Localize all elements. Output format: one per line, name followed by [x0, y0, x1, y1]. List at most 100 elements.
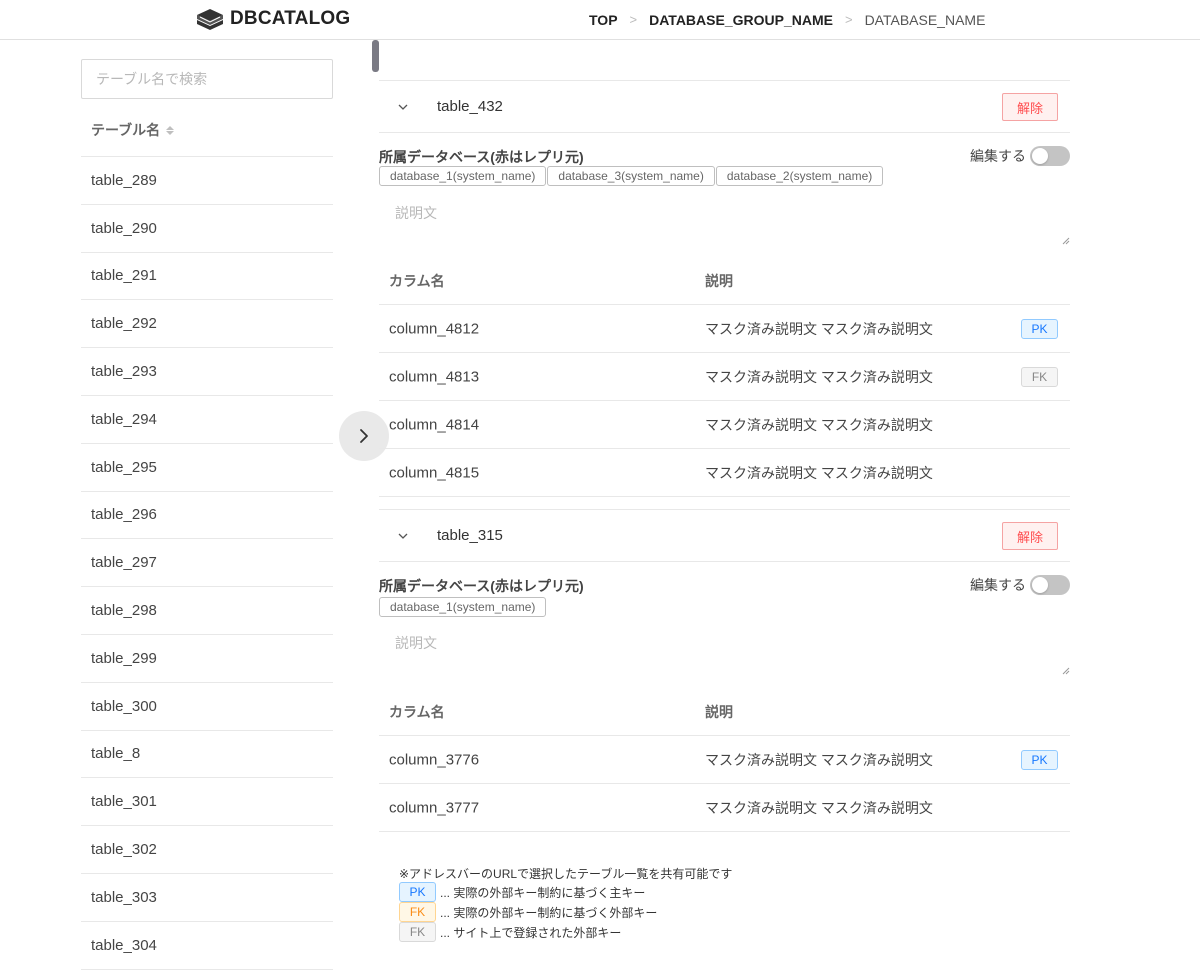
- legend-fk: FK ... 実際の外部キー制約に基づく外部キー: [399, 902, 732, 922]
- table-card-header[interactable]: table_315 解除: [379, 509, 1070, 562]
- description-placeholder: 説明文: [395, 205, 437, 221]
- table-card-header[interactable]: table_432 解除: [379, 80, 1070, 133]
- column-description-header: 説明: [705, 703, 733, 720]
- edit-toggle[interactable]: 編集する: [970, 575, 1070, 595]
- logo[interactable]: DBCATALOG: [194, 5, 350, 33]
- sidebar-item-table[interactable]: table_295: [81, 444, 333, 492]
- sidebar-item-table[interactable]: table_296: [81, 492, 333, 540]
- column-name-header: カラム名: [389, 703, 445, 720]
- legend-pk-text: ... 実際の外部キー制約に基づく主キー: [440, 885, 646, 900]
- pk-badge: PK: [1021, 749, 1058, 770]
- books-icon: [197, 9, 223, 30]
- database-label: 所属データベース(赤はレプリ元): [379, 578, 584, 594]
- table-search-input[interactable]: [81, 59, 333, 99]
- column-row: column_4813 マスク済み説明文 マスク済み説明文 FK: [379, 353, 1070, 401]
- table-card-title: table_432: [437, 98, 503, 115]
- fk-registered-badge: FK: [399, 922, 436, 942]
- legend-pk: PK ... 実際の外部キー制約に基づく主キー: [399, 882, 732, 902]
- chevron-down-icon[interactable]: [397, 530, 409, 542]
- sidebar-item-table[interactable]: table_291: [81, 253, 333, 301]
- chevron-right-icon: [360, 429, 368, 443]
- column-name: column_4814: [389, 416, 480, 433]
- database-tag[interactable]: database_1(system_name): [379, 597, 547, 617]
- resize-handle-icon[interactable]: [1062, 667, 1070, 675]
- table-card: table_432 解除 所属データベース(赤はレプリ元) 編集する datab…: [379, 80, 1070, 500]
- breadcrumb-database: DATABASE_NAME: [864, 11, 986, 28]
- table-list: table_289 table_290 table_291 table_292 tabl…: [81, 157, 333, 970]
- edit-label: 編集する: [970, 148, 1026, 164]
- column-row: column_4814 マスク済み説明文 マスク済み説明文: [379, 401, 1070, 449]
- column-description: マスク済み説明文 マスク済み説明文: [705, 799, 933, 816]
- database-tag[interactable]: database_2(system_name): [715, 166, 884, 186]
- edit-switch[interactable]: [1030, 575, 1070, 595]
- column-row: column_3776 マスク済み説明文 マスク済み説明文 PK: [379, 736, 1070, 784]
- table-name-column-header[interactable]: テーブル名: [81, 104, 333, 157]
- pk-badge: PK: [1021, 318, 1058, 339]
- description-textarea[interactable]: 説明文: [379, 197, 1070, 247]
- column-row: column_4812 マスク済み説明文 マスク済み説明文 PK: [379, 305, 1070, 353]
- sidebar-item-table[interactable]: table_300: [81, 683, 333, 731]
- column-name: column_3776: [389, 751, 480, 768]
- database-tags: database_1(system_name): [379, 597, 547, 617]
- sidebar-item-table[interactable]: table_290: [81, 205, 333, 253]
- column-row: column_4815 マスク済み説明文 マスク済み説明文: [379, 449, 1070, 497]
- column-name: column_4813: [389, 368, 480, 385]
- column-description: マスク済み説明文 マスク済み説明文: [705, 320, 933, 337]
- sidebar-item-table[interactable]: table_303: [81, 874, 333, 922]
- breadcrumb: TOP > DATABASE_GROUP_NAME > DATABASE_NAM…: [589, 0, 985, 39]
- database-tag[interactable]: database_1(system_name): [379, 166, 547, 186]
- share-note: ※アドレスバーのURLで選択したテーブル一覧を共有可能です: [399, 866, 733, 881]
- sidebar-item-table[interactable]: table_294: [81, 396, 333, 444]
- column-description: マスク済み説明文 マスク済み説明文: [705, 416, 933, 433]
- column-table-header: カラム名 説明: [379, 688, 1070, 736]
- column-description: マスク済み説明文 マスク済み説明文: [705, 368, 933, 385]
- sidebar-item-table[interactable]: table_299: [81, 635, 333, 683]
- sidebar-item-table[interactable]: table_304: [81, 922, 333, 970]
- edit-switch[interactable]: [1030, 146, 1070, 166]
- fk-badge: FK: [399, 902, 436, 922]
- legend-fk-text: ... 実際の外部キー制約に基づく外部キー: [440, 905, 658, 920]
- breadcrumb-separator-icon: >: [844, 12, 853, 27]
- sidebar-item-table[interactable]: table_289: [81, 157, 333, 205]
- column-name-header: カラム名: [389, 272, 445, 289]
- column-name: column_3777: [389, 799, 480, 816]
- logo-text: DBCATALOG: [230, 8, 351, 29]
- release-button[interactable]: 解除: [1002, 522, 1058, 550]
- column-description-header: 説明: [705, 272, 733, 289]
- key-legend: ※アドレスバーのURLで選択したテーブル一覧を共有可能です PK ... 実際の…: [399, 864, 732, 942]
- scrollbar-thumb[interactable]: [372, 40, 379, 72]
- table-name-header-label: テーブル名: [91, 122, 161, 138]
- database-label: 所属データベース(赤はレプリ元): [379, 149, 584, 165]
- sidebar-item-table[interactable]: table_293: [81, 348, 333, 396]
- resize-handle-icon[interactable]: [1062, 237, 1070, 245]
- top-header: DBCATALOG TOP > DATABASE_GROUP_NAME > DA…: [0, 0, 1200, 40]
- edit-toggle[interactable]: 編集する: [970, 146, 1070, 166]
- sidebar-item-table[interactable]: table_301: [81, 778, 333, 827]
- fk-badge: FK: [1021, 366, 1058, 387]
- sidebar-item-table[interactable]: table_292: [81, 300, 333, 349]
- chevron-down-icon[interactable]: [397, 101, 409, 113]
- sidebar-item-table[interactable]: table_298: [81, 587, 333, 635]
- column-name: column_4812: [389, 320, 480, 337]
- legend-fk-registered: FK ... サイト上で登録された外部キー: [399, 922, 732, 942]
- column-description: マスク済み説明文 マスク済み説明文: [705, 751, 933, 768]
- sidebar-item-table[interactable]: table_302: [81, 826, 333, 874]
- database-tag[interactable]: database_3(system_name): [547, 166, 715, 186]
- release-button[interactable]: 解除: [1002, 93, 1058, 121]
- column-table-header: カラム名 説明: [379, 257, 1070, 305]
- sort-icon[interactable]: [166, 125, 175, 135]
- sidebar-item-table[interactable]: table_8: [81, 731, 333, 779]
- table-card-title: table_315: [437, 527, 503, 544]
- breadcrumb-separator-icon: >: [629, 12, 638, 27]
- breadcrumb-top[interactable]: TOP: [589, 12, 618, 28]
- legend-fk-registered-text: ... サイト上で登録された外部キー: [440, 925, 622, 940]
- table-card: table_315 解除 所属データベース(赤はレプリ元) 編集する datab…: [379, 509, 1070, 845]
- description-textarea[interactable]: 説明文: [379, 627, 1070, 677]
- database-tags: database_1(system_name) database_3(syste…: [379, 166, 884, 186]
- column-row: column_3777 マスク済み説明文 マスク済み説明文: [379, 784, 1070, 832]
- sidebar-item-table[interactable]: table_297: [81, 539, 333, 588]
- column-description: マスク済み説明文 マスク済み説明文: [705, 464, 933, 481]
- description-placeholder: 説明文: [395, 635, 437, 651]
- column-name: column_4815: [389, 464, 480, 481]
- breadcrumb-database-group[interactable]: DATABASE_GROUP_NAME: [649, 12, 833, 28]
